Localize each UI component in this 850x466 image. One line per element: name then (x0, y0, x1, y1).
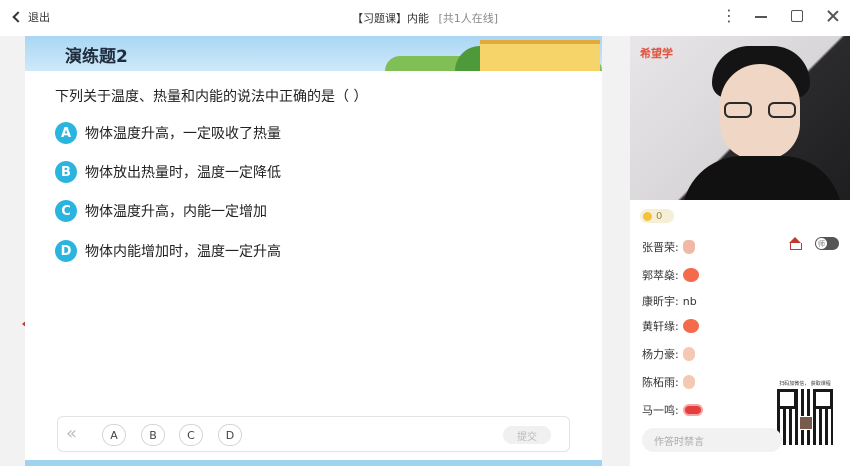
close-icon[interactable] (826, 8, 840, 24)
title-bar: 退出 【习题课】内能 [共1人在线] (0, 0, 850, 36)
option-d: D 物体内能增加时，温度一定升高 (55, 240, 281, 262)
banner-house (480, 40, 600, 71)
ok-icon (682, 347, 695, 361)
chat-message: 郭萃燊: (642, 267, 699, 283)
option-a: A 物体温度升高，一定吸收了热量 (55, 122, 281, 144)
option-a-text: 物体温度升高，一定吸收了热量 (85, 126, 281, 142)
chat-sender: 康昕宇: (642, 295, 679, 308)
title-name: 内能 (406, 12, 429, 25)
home-icon[interactable] (788, 237, 802, 250)
submit-button[interactable]: 提交 (503, 426, 551, 444)
answer-choice-d[interactable]: D (218, 424, 242, 446)
coin-counter: 0 (640, 209, 674, 223)
option-d-badge: D (55, 240, 77, 262)
title-tag: 【习题课】 (351, 12, 407, 25)
teacher-video: 希望学 (630, 36, 850, 200)
teacher-only-toggle[interactable]: 师 (815, 237, 839, 250)
option-c-badge: C (55, 200, 77, 222)
qr-caption: 扫码加微信， 获取课程 (779, 381, 831, 387)
prev-page-button[interactable]: « (66, 423, 77, 444)
option-a-badge: A (55, 122, 77, 144)
qr-block: 扫码加微信， 获取课程 (772, 380, 838, 445)
toggle-knob: 师 (816, 238, 827, 249)
brand-logo: 希望学 (640, 47, 673, 60)
chat-message: 陈柘雨: (642, 374, 695, 390)
answer-choice-c[interactable]: C (179, 424, 203, 446)
lesson-banner: 演练题2 (25, 36, 602, 71)
lesson-panel: 演练题2 下列关于温度、热量和内能的说法中正确的是（ ） A 物体温度升高，一定… (25, 36, 602, 466)
chat-message: 马一鸣: (642, 402, 703, 418)
chat-sender: 陈柘雨: (642, 376, 679, 389)
mouth-icon (682, 404, 703, 416)
maximize-icon[interactable] (790, 8, 804, 24)
option-b: B 物体放出热量时，温度一定降低 (55, 161, 281, 183)
chat-message: 张晋荣: (642, 239, 695, 255)
option-c: C 物体温度升高，内能一定增加 (55, 200, 267, 222)
minimize-icon[interactable] (754, 8, 768, 24)
chat-input[interactable]: 作答时禁言 (642, 428, 782, 452)
chat-sender: 马一鸣: (642, 404, 679, 417)
chat-message: 黄轩缘: (642, 318, 699, 334)
face-icon (682, 268, 699, 282)
chat-sender: 郭萃燊: (642, 269, 679, 282)
app-window: 退出 【习题课】内能 [共1人在线] 演练题2 下列关于温度、热量和内能的说法中… (0, 0, 850, 466)
chat-sender: 杨力豪: (642, 348, 679, 361)
chat-text: nb (682, 294, 697, 308)
online-count: [共1人在线] (438, 12, 499, 25)
chat-panel: 0 师 张晋荣: 郭萃燊: 康昕宇: nb 黄轩缘: 杨力豪: 陈柘雨: 马一鸣… (630, 200, 850, 466)
coin-icon (643, 211, 652, 221)
coin-value: 0 (656, 210, 663, 222)
answer-choice-a[interactable]: A (102, 424, 126, 446)
exercise-title: 演练题2 (65, 47, 128, 67)
question-text: 下列关于温度、热量和内能的说法中正确的是（ ） (55, 89, 368, 105)
face-icon (682, 319, 699, 333)
qr-avatar (799, 416, 813, 430)
qr-code-icon (777, 389, 833, 445)
ok-icon (682, 375, 695, 389)
chat-message: 康昕宇: nb (642, 293, 697, 309)
teacher-body (682, 156, 842, 200)
glasses-icon (724, 102, 796, 118)
option-d-text: 物体内能增加时，温度一定升高 (85, 244, 281, 260)
answer-bar: « A B C D 提交 (57, 416, 570, 452)
chat-sender: 张晋荣: (642, 241, 679, 254)
option-b-text: 物体放出热量时，温度一定降低 (85, 165, 281, 181)
thumb-icon (682, 240, 695, 254)
option-c-text: 物体温度升高，内能一定增加 (85, 204, 267, 220)
bottom-strip (25, 460, 602, 466)
chat-message: 杨力豪: (642, 346, 695, 362)
chat-sender: 黄轩缘: (642, 320, 679, 333)
more-icon[interactable] (718, 6, 737, 25)
window-controls (718, 6, 840, 25)
option-b-badge: B (55, 161, 77, 183)
answer-choice-b[interactable]: B (141, 424, 165, 446)
